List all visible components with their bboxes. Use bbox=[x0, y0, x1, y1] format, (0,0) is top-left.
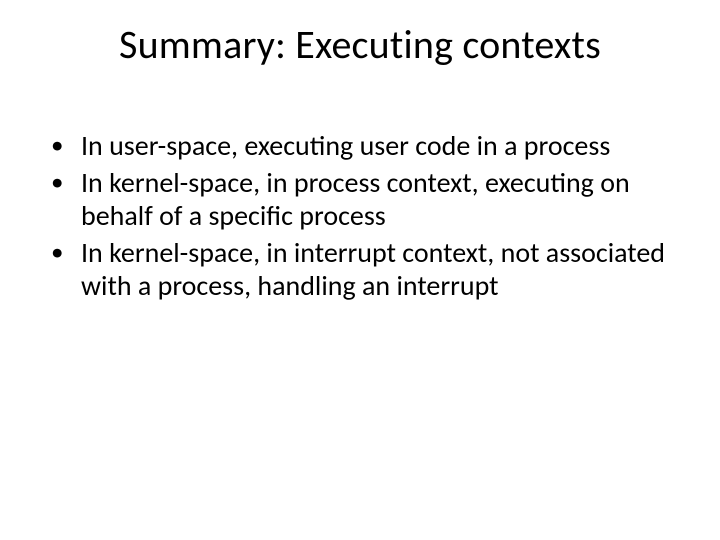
slide: Summary: Executing contexts In user-spac… bbox=[0, 0, 720, 540]
list-item: In kernel-space, in process context, exe… bbox=[45, 166, 675, 232]
bullet-list: In user-space, executing user code in a … bbox=[45, 129, 675, 302]
slide-title: Summary: Executing contexts bbox=[45, 20, 675, 69]
list-item: In kernel-space, in interrupt context, n… bbox=[45, 236, 675, 302]
list-item: In user-space, executing user code in a … bbox=[45, 129, 675, 162]
